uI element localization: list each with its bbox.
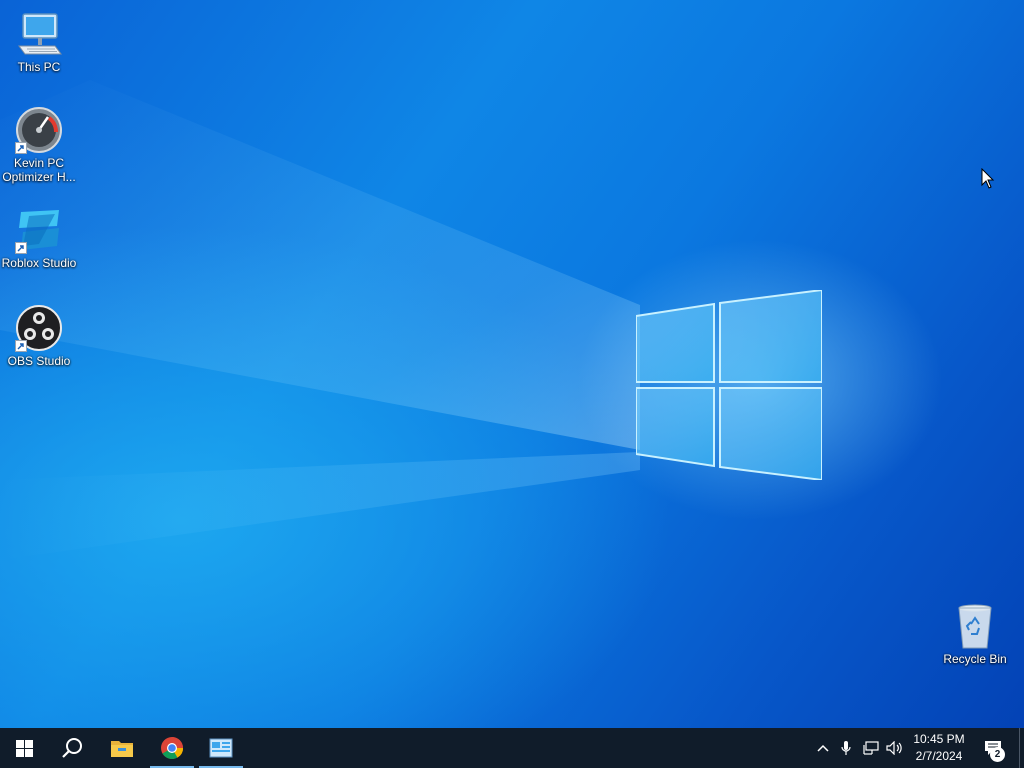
roblox-studio-icon <box>15 206 63 254</box>
mouse-cursor-icon <box>981 168 995 189</box>
tray-show-hidden-icons-button[interactable] <box>812 728 834 768</box>
taskbar-file-explorer-button[interactable] <box>98 728 146 768</box>
microphone-icon <box>840 740 852 756</box>
desktop-icon-label: Kevin PC Optimizer H... <box>2 156 76 184</box>
windows-start-icon <box>15 739 33 757</box>
clock-date: 2/7/2024 <box>915 749 963 763</box>
file-explorer-icon <box>110 737 134 759</box>
tray-volume-button[interactable] <box>884 728 906 768</box>
computer-icon <box>15 10 63 58</box>
taskbar: 10:45 PM 2/7/2024 2 <box>0 728 1024 768</box>
desktop-icon-recycle-bin[interactable]: Recycle Bin <box>937 602 1013 666</box>
chevron-up-icon <box>817 744 829 752</box>
recycle-bin-icon <box>951 602 999 650</box>
taskbar-control-panel-button[interactable] <box>197 728 245 768</box>
desktop-icon-roblox-studio[interactable]: Roblox Studio <box>1 206 77 270</box>
clock-time: 10:45 PM <box>913 732 965 746</box>
search-icon <box>61 737 83 759</box>
tray-network-button[interactable] <box>860 728 882 768</box>
control-panel-icon <box>209 738 233 758</box>
desktop-icon-label: This PC <box>17 60 61 74</box>
network-icon <box>863 741 879 755</box>
tray-microphone-button[interactable] <box>836 728 856 768</box>
desktop-icon-label: OBS Studio <box>7 354 71 368</box>
desktop-icon-this-pc[interactable]: This PC <box>1 10 77 74</box>
shortcut-arrow-icon <box>15 142 27 154</box>
show-desktop-button[interactable] <box>1019 728 1024 768</box>
desktop-icon-label: Recycle Bin <box>943 652 1007 666</box>
speedometer-icon <box>15 106 63 154</box>
wallpaper-light-beam <box>0 80 640 560</box>
shortcut-arrow-icon <box>15 340 27 352</box>
shortcut-arrow-icon <box>15 242 27 254</box>
desktop-icon-obs-studio[interactable]: OBS Studio <box>1 304 77 368</box>
windows-logo-wallpaper <box>636 290 822 480</box>
volume-icon <box>886 741 904 755</box>
tray-clock[interactable]: 10:45 PM 2/7/2024 <box>906 731 972 765</box>
taskbar-chrome-button[interactable] <box>148 728 196 768</box>
search-button[interactable] <box>48 728 96 768</box>
obs-icon <box>15 304 63 352</box>
start-button[interactable] <box>0 728 48 768</box>
desktop-icon-kevin-pc-optimizer[interactable]: Kevin PC Optimizer H... <box>1 106 77 184</box>
chrome-icon <box>160 736 184 760</box>
desktop[interactable]: This PC Kevin PC Optimizer H... Roblox S… <box>0 0 1024 728</box>
notification-count-badge: 2 <box>990 747 1005 762</box>
desktop-icon-label: Roblox Studio <box>1 256 77 270</box>
